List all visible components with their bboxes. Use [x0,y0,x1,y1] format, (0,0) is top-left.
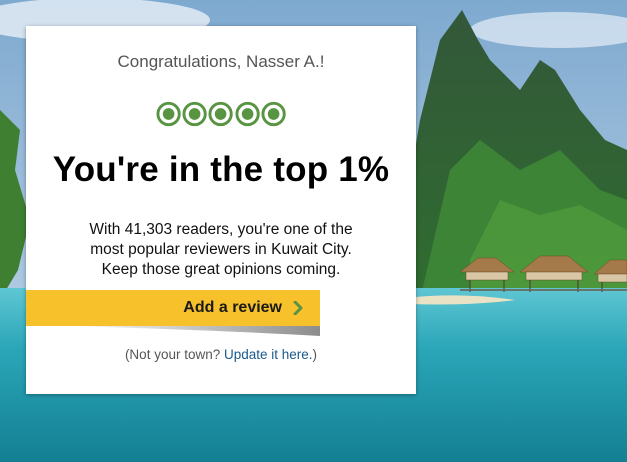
add-review-button[interactable]: Add a review [26,290,320,326]
body-line: most popular reviewers in Kuwait City. [90,241,352,258]
body-line: Keep those great opinions coming. [101,261,341,278]
add-review-label: Add a review [183,299,282,316]
button-shadow [66,326,320,336]
rating-bubble-icon [156,101,181,127]
footer-note: (Not your town? Update it here.) [26,347,416,362]
footer-prefix: (Not your town? [124,347,224,362]
body-line: With 41,303 readers, you're one of the [89,221,353,238]
achievement-card: Congratulations, Nasser A.! You're in th… [26,26,416,394]
body-text: With 41,303 readers, you're one of the m… [56,220,386,280]
rating-bubble-icon [208,101,234,127]
rating-bubble-icon [261,101,286,127]
headline: You're in the top 1% [52,150,390,189]
chevron-right-icon [293,301,303,315]
rating-bubble-icon [235,101,260,127]
greeting-text: Congratulations, Nasser A.! [117,52,325,71]
footer-suffix: ) [312,347,318,362]
rating-bubble-icon [182,101,207,127]
add-review-cta: Add a review [26,290,320,340]
update-town-link[interactable]: Update it here. [224,347,313,362]
rating-bubbles [156,100,286,128]
